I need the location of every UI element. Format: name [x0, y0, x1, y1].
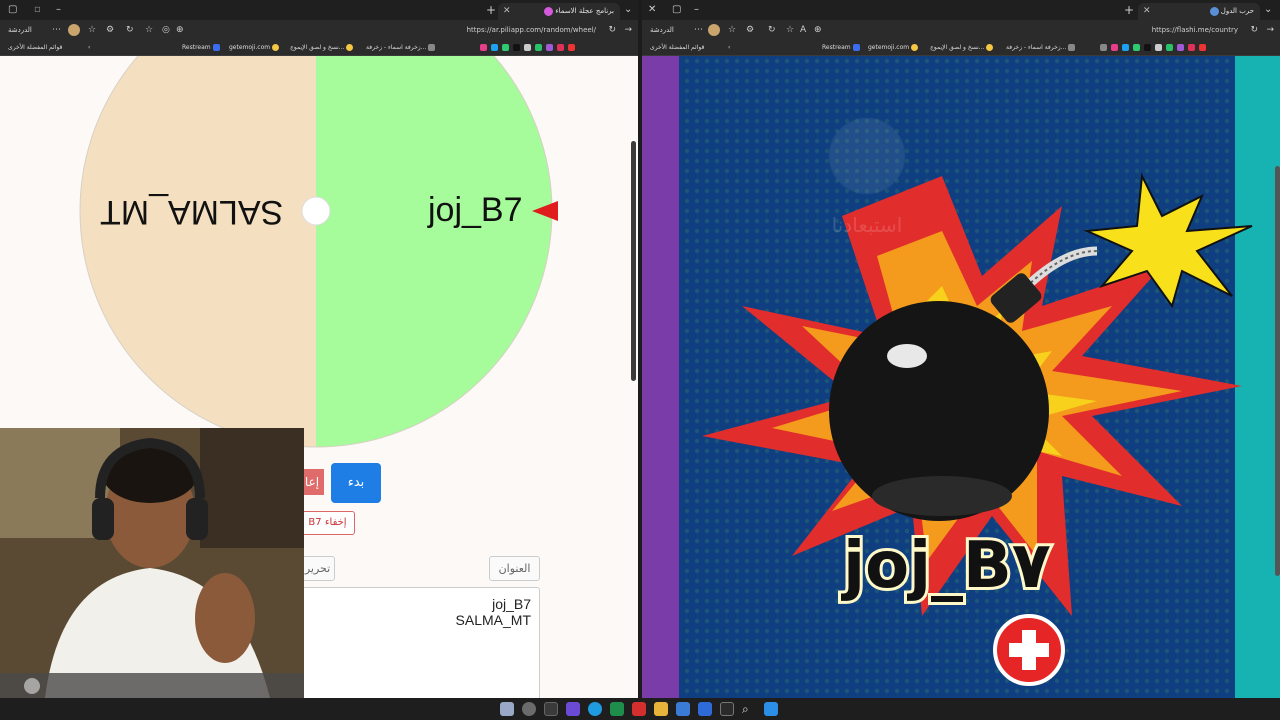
- bookmark-restream[interactable]: Restream: [182, 42, 222, 54]
- faded-watermark-text: استبعادنا: [832, 213, 903, 237]
- more-icon[interactable]: ⋯: [694, 23, 703, 37]
- minimize-icon[interactable]: –: [56, 3, 61, 17]
- profile-avatar-icon[interactable]: [68, 24, 80, 36]
- bookmark-name-decoration[interactable]: زخرفة اسماء - زخرفة...: [1006, 42, 1077, 54]
- search-icon[interactable]: ⌕: [742, 702, 756, 716]
- title-button[interactable]: العنوان: [489, 556, 540, 581]
- wheel-label-joj: joj_B7: [428, 191, 523, 229]
- edge-taskbar-icon[interactable]: [588, 702, 602, 716]
- chevron-left-icon[interactable]: ‹: [88, 42, 90, 54]
- tab-favicon-icon: [544, 6, 554, 16]
- refresh-icon[interactable]: ↻: [768, 23, 776, 37]
- extensions-icon[interactable]: ⚙: [106, 23, 114, 37]
- window-icon[interactable]: ▢: [8, 3, 17, 17]
- url-text[interactable]: https://flashi.me/country: [1152, 23, 1238, 37]
- zoom-icon[interactable]: ⊕: [176, 23, 184, 37]
- scrollbar[interactable]: [631, 141, 636, 381]
- names-list-item: joj_B7: [492, 596, 531, 612]
- forward-icon[interactable]: →: [1266, 23, 1274, 37]
- tab-menu-chevron-icon[interactable]: ⌄: [624, 3, 632, 17]
- reload-icon[interactable]: ↻: [1250, 23, 1258, 37]
- close-tab-icon[interactable]: ✕: [503, 3, 511, 20]
- window-icon-2[interactable]: ▫: [34, 3, 41, 17]
- scrollbar[interactable]: [1275, 166, 1280, 576]
- discord-taskbar-icon[interactable]: [566, 702, 580, 716]
- wheel-segment-joj[interactable]: [316, 56, 576, 456]
- task-view-taskbar-icon[interactable]: [720, 702, 734, 716]
- bookmark-getemoji[interactable]: getemoji.com: [229, 42, 281, 54]
- extensions-icon[interactable]: ⚙: [746, 23, 754, 37]
- bookmark-copy-emoji[interactable]: نسخ و لصق الإيموج...: [290, 42, 355, 54]
- names-textarea[interactable]: joj_B7 SALMA_MT: [300, 587, 540, 698]
- bookmarks-bar: قوائم المفضلة الأخرى ‹ Restream getemoji…: [0, 40, 638, 56]
- game-page: استبعادنا joj_B٧: [642, 56, 1280, 698]
- bookmarks-bar: قوائم المفضلة الأخرى ‹ Restream getemoji…: [642, 40, 1280, 56]
- close-window-icon[interactable]: ✕: [648, 3, 656, 17]
- tab-country[interactable]: ✕ حرب الدول: [1138, 3, 1260, 20]
- other-favorites-link[interactable]: قوائم المفضلة الأخرى: [650, 42, 704, 54]
- address-bar: الدردشة ⋯ ☆ ⚙ ↻ ☆ A ⊕ https://flashi.me/…: [642, 20, 1280, 40]
- star-add-icon[interactable]: ☆: [145, 23, 153, 37]
- right-browser-window: ✕ ▢ – + ✕ حرب الدول ⌄ الدردشة ⋯ ☆ ⚙ ↻ ☆ …: [642, 0, 1280, 698]
- obs-taskbar-icon[interactable]: [522, 702, 536, 716]
- title-bar: ▢ ▫ – + ✕ برنامج عجلة الاسماء ⌄: [0, 0, 638, 20]
- bookmark-name-decoration[interactable]: زخرفة اسماء - زخرفة...: [366, 42, 437, 54]
- taskbar: ⌕: [0, 698, 1280, 720]
- wheel-segment-salma[interactable]: [60, 56, 316, 456]
- tab-favicon-icon: [1209, 6, 1219, 16]
- wheel-center-button[interactable]: [301, 196, 331, 226]
- new-tab-icon[interactable]: +: [486, 3, 496, 17]
- calendar-taskbar-icon[interactable]: [698, 702, 712, 716]
- player-name: joj_B٧: [840, 526, 1054, 606]
- url-text[interactable]: https://ar.piliapp.com/random/wheel/: [467, 23, 596, 37]
- chevron-left-icon[interactable]: ‹: [728, 42, 730, 54]
- app-taskbar-icon[interactable]: [544, 702, 558, 716]
- bookmark-icons-row[interactable]: [478, 42, 577, 54]
- star-add-icon[interactable]: ☆: [786, 23, 794, 37]
- close-tab-icon[interactable]: ✕: [1143, 3, 1151, 20]
- title-bar: ✕ ▢ – + ✕ حرب الدول ⌄: [642, 0, 1280, 20]
- app2-taskbar-icon[interactable]: [632, 702, 646, 716]
- bookmark-icons-row[interactable]: [1098, 42, 1208, 54]
- bookmark-copy-emoji[interactable]: نسخ و لصق الإيموج...: [930, 42, 995, 54]
- chat-label[interactable]: الدردشة: [650, 24, 674, 36]
- wheel-label-salma: SALMA_MT: [100, 193, 284, 231]
- minimize-icon[interactable]: –: [694, 3, 699, 17]
- edit-button[interactable]: تحرير: [300, 556, 335, 581]
- tab-wheel[interactable]: ✕ برنامج عجلة الاسماء: [498, 3, 620, 20]
- start-windows-icon[interactable]: [764, 702, 778, 716]
- chat-label[interactable]: الدردشة: [8, 24, 32, 36]
- bookmark-getemoji[interactable]: getemoji.com: [868, 42, 920, 54]
- webcam-overlay: [0, 428, 304, 698]
- reload-icon[interactable]: ↻: [608, 23, 616, 37]
- more-icon[interactable]: ⋯: [52, 23, 61, 37]
- tab-title: حرب الدول: [1220, 7, 1254, 15]
- new-tab-icon[interactable]: +: [1124, 3, 1134, 17]
- zoom-icon[interactable]: ⊕: [814, 23, 822, 37]
- favorites-star-icon[interactable]: ☆: [88, 23, 96, 37]
- profile-avatar-icon[interactable]: [708, 24, 720, 36]
- photos-taskbar-icon[interactable]: [676, 702, 690, 716]
- hide-button[interactable]: إخفاء B7: [300, 511, 355, 535]
- start-button[interactable]: بدء: [331, 463, 381, 503]
- refresh-icon[interactable]: ↻: [126, 23, 134, 37]
- settings-taskbar-icon[interactable]: [500, 702, 514, 716]
- bookmark-restream[interactable]: Restream: [822, 42, 862, 54]
- reading-icon[interactable]: ◎: [162, 23, 170, 37]
- file-explorer-taskbar-icon[interactable]: [654, 702, 668, 716]
- address-bar: الدردشة ⋯ ☆ ⚙ ↻ ☆ ◎ ⊕ https://ar.piliapp…: [0, 20, 638, 40]
- favorites-star-icon[interactable]: ☆: [728, 23, 736, 37]
- read-aloud-icon[interactable]: A: [800, 23, 806, 37]
- webcam-person-figure: [0, 428, 304, 698]
- window-icon[interactable]: ▢: [672, 3, 681, 17]
- tab-menu-chevron-icon[interactable]: ⌄: [1264, 3, 1272, 17]
- forward-icon[interactable]: →: [624, 23, 632, 37]
- excel-taskbar-icon[interactable]: [610, 702, 624, 716]
- tab-title: برنامج عجلة الاسماء: [555, 7, 614, 15]
- names-list-item: SALMA_MT: [455, 612, 531, 628]
- other-favorites-link[interactable]: قوائم المفضلة الأخرى: [8, 42, 62, 54]
